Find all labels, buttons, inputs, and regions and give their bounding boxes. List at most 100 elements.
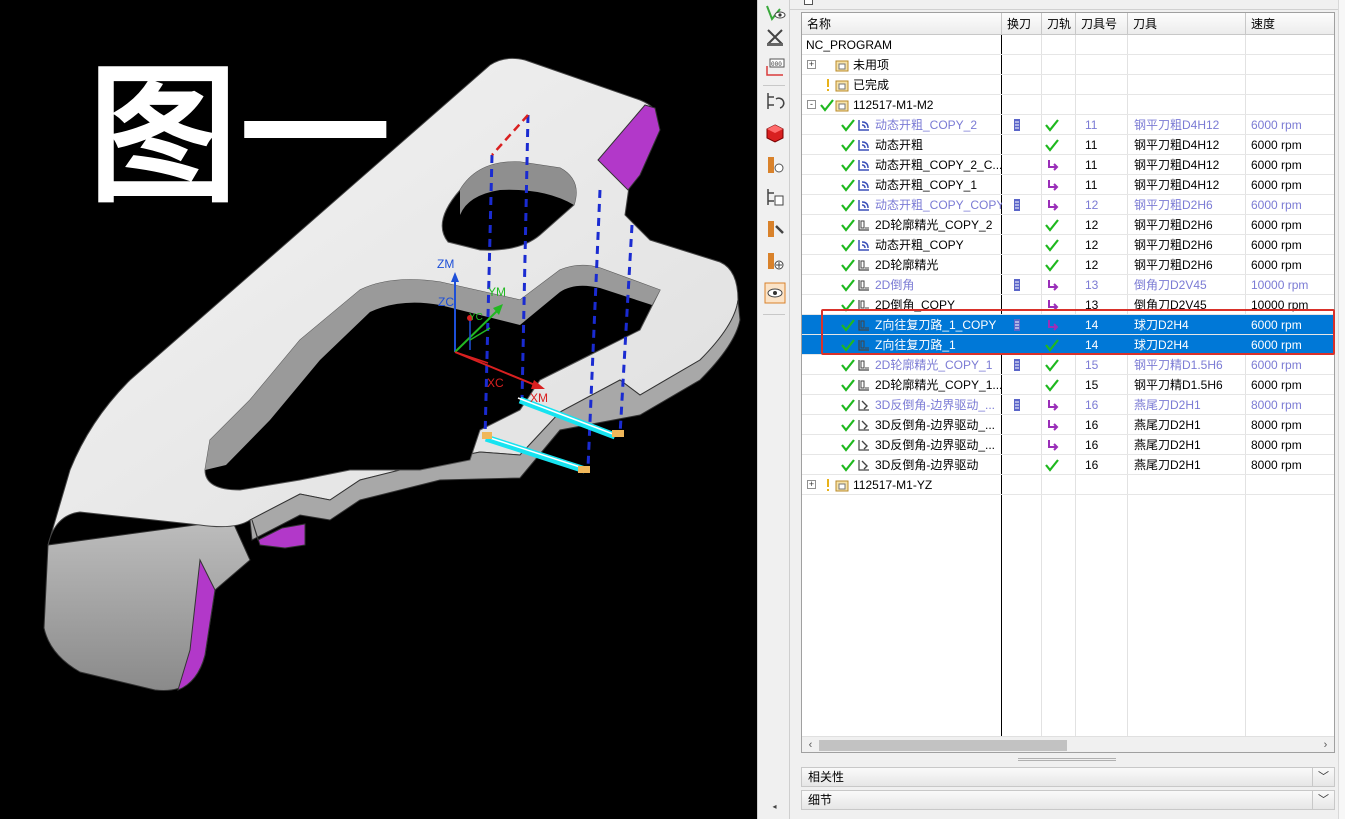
spindle-speed-cell: 6000 rpm bbox=[1251, 338, 1302, 352]
graphics-window[interactable]: 图一 ZM ZC YM YC XC XM bbox=[0, 0, 757, 819]
planar-operation-icon bbox=[857, 258, 871, 272]
horizontal-scrollbar[interactable]: ‹ › bbox=[802, 736, 1334, 752]
operation-row[interactable]: 动态开粗_COPY_2_C... 11 钢平刀粗D4H12 6000 rpm bbox=[802, 155, 1334, 175]
panel-splitter[interactable] bbox=[1018, 758, 1116, 761]
expand-icon[interactable]: + bbox=[807, 480, 816, 489]
operation-name: 动态开粗_COPY_2 bbox=[875, 118, 978, 132]
tool-number-cell: 13 bbox=[1085, 298, 1099, 312]
operation-name: 3D反倒角-边界驱动 bbox=[875, 458, 979, 472]
tool-number-cell: 11 bbox=[1085, 138, 1098, 152]
visibility-icon[interactable] bbox=[762, 280, 787, 305]
spindle-speed-cell: 6000 rpm bbox=[1251, 318, 1302, 332]
tool-number-cell: 14 bbox=[1085, 338, 1099, 352]
toolpath-ok-icon bbox=[1044, 218, 1060, 232]
operation-row[interactable]: 3D反倒角-边界驱动_... 16 燕尾刀D2H1 8000 rpm bbox=[802, 435, 1334, 455]
operation-row[interactable]: 动态开粗 11 钢平刀粗D4H12 6000 rpm bbox=[802, 135, 1334, 155]
tool-view-icon[interactable] bbox=[762, 152, 787, 177]
operation-row[interactable]: 2D轮廓精光 12 钢平刀粗D2H6 6000 rpm bbox=[802, 255, 1334, 275]
collapse-icon[interactable]: - bbox=[807, 100, 816, 109]
operation-navigator-icon[interactable]: 000 bbox=[762, 54, 787, 79]
spindle-speed-cell: 8000 rpm bbox=[1251, 398, 1302, 412]
dependencies-section[interactable]: 相关性 ﹀ bbox=[801, 767, 1335, 787]
spindle-speed-cell: 8000 rpm bbox=[1251, 458, 1302, 472]
operation-name: Z向往复刀路_1 bbox=[875, 338, 956, 352]
svg-text:000: 000 bbox=[771, 61, 782, 68]
tool-change-icon bbox=[1013, 118, 1021, 132]
operation-row[interactable]: 动态开粗_COPY_COPY 12 钢平刀粗D2H6 6000 rpm bbox=[802, 195, 1334, 215]
chevron-down-icon[interactable]: ﹀ bbox=[1312, 768, 1334, 786]
operation-row[interactable]: 3D反倒角-边界驱动_... 16 燕尾刀D2H1 8000 rpm bbox=[802, 415, 1334, 435]
program-order-icon[interactable] bbox=[762, 88, 787, 113]
group-row[interactable]: +112517-M1-YZ bbox=[802, 475, 1334, 495]
axis-label-ym: YM bbox=[488, 285, 506, 299]
pin-checkbox[interactable] bbox=[804, 0, 813, 5]
column-header-toolpath[interactable]: 刀轨 bbox=[1042, 13, 1076, 35]
name-cell: 动态开粗_COPY_2_C... bbox=[802, 155, 1002, 175]
details-section[interactable]: 细节 ﹀ bbox=[801, 790, 1335, 810]
planar-operation-icon bbox=[857, 358, 871, 372]
name-cell: 2D轮廓精光 bbox=[802, 255, 1002, 275]
chevron-down-icon[interactable]: ﹀ bbox=[1312, 791, 1334, 809]
toolbar-scroll-arrow[interactable]: ◂ bbox=[758, 802, 791, 811]
part-navigator-icon[interactable] bbox=[762, 120, 787, 145]
tool-name-cell: 燕尾刀D2H1 bbox=[1134, 438, 1201, 452]
operation-row[interactable]: 2D倒角_COPY 13 倒角刀D2V45 10000 rpm bbox=[802, 295, 1334, 315]
scroll-left-arrow[interactable]: ‹ bbox=[803, 738, 818, 752]
operation-row[interactable]: 3D反倒角-边界驱动_... 16 燕尾刀D2H1 8000 rpm bbox=[802, 395, 1334, 415]
expand-icon[interactable]: + bbox=[807, 60, 816, 69]
group-row[interactable]: NC_PROGRAM bbox=[802, 35, 1334, 55]
column-header-name[interactable]: 名称 bbox=[802, 13, 1002, 35]
axis-label-xc: XC bbox=[487, 376, 504, 390]
cavity-operation-icon bbox=[857, 138, 871, 152]
tool-name-cell: 倒角刀D2V45 bbox=[1134, 278, 1207, 292]
operation-row[interactable]: Z向往复刀路_1 14 球刀D2H4 6000 rpm bbox=[802, 335, 1334, 355]
tool-number-cell: 12 bbox=[1085, 218, 1099, 232]
machine-tool-icon[interactable] bbox=[762, 24, 787, 49]
spindle-speed-cell: 6000 rpm bbox=[1251, 118, 1302, 132]
tool-change-icon bbox=[1013, 278, 1021, 292]
operation-row[interactable]: 2D轮廓精光_COPY_1... 15 钢平刀精D1.5H6 6000 rpm bbox=[802, 375, 1334, 395]
scroll-thumb[interactable] bbox=[819, 740, 1067, 751]
spindle-speed-cell: 6000 rpm bbox=[1251, 258, 1302, 272]
column-header-tool-change[interactable]: 换刀 bbox=[1002, 13, 1042, 35]
group-row[interactable]: - 112517-M1-M2 bbox=[802, 95, 1334, 115]
operation-tree[interactable]: 名称 换刀 刀轨 刀具号 刀具 速度 NC_PROGRAM + 未用项 已完成 -112… bbox=[801, 12, 1335, 753]
geometry-view-icon[interactable] bbox=[762, 184, 787, 209]
machine-view-icon[interactable] bbox=[762, 248, 787, 273]
toolpath-regenerate-icon bbox=[1046, 178, 1062, 192]
operation-name: 112517-M1-M2 bbox=[853, 98, 934, 112]
status-ok-icon bbox=[840, 138, 856, 152]
operation-row[interactable]: 2D轮廓精光_COPY_1 15 钢平刀精D1.5H6 6000 rpm bbox=[802, 355, 1334, 375]
operation-name: 2D轮廓精光_COPY_1 bbox=[875, 358, 993, 372]
column-header-tool-number[interactable]: 刀具号 bbox=[1076, 13, 1128, 35]
operation-row[interactable]: 动态开粗_COPY_2 11 钢平刀粗D4H12 6000 rpm bbox=[802, 115, 1334, 135]
operation-row[interactable]: 3D反倒角-边界驱动 16 燕尾刀D2H1 8000 rpm bbox=[802, 455, 1334, 475]
tool-change-icon bbox=[1013, 198, 1021, 212]
operation-row[interactable]: 2D倒角 13 倒角刀D2V45 10000 rpm bbox=[802, 275, 1334, 295]
group-row[interactable]: + 未用项 bbox=[802, 55, 1334, 75]
operation-name: 2D轮廓精光_COPY_2 bbox=[875, 218, 993, 232]
status-ok-icon bbox=[840, 118, 856, 132]
operation-row[interactable]: 动态开粗_COPY 12 钢平刀粗D2H6 6000 rpm bbox=[802, 235, 1334, 255]
column-header-speed[interactable]: 速度 bbox=[1246, 13, 1334, 35]
eye-icon[interactable] bbox=[762, 0, 787, 25]
operation-navigator: 名称 换刀 刀轨 刀具号 刀具 速度 NC_PROGRAM + 未用项 已完成 -112… bbox=[790, 0, 1345, 819]
program-group-icon bbox=[835, 478, 849, 492]
axis-label-zc: ZC bbox=[438, 295, 454, 309]
operation-name: 动态开粗_COPY_2_C... bbox=[875, 158, 1002, 172]
details-label: 细节 bbox=[808, 793, 833, 807]
tool-number-cell: 15 bbox=[1085, 358, 1099, 372]
method-view-icon[interactable] bbox=[762, 216, 787, 241]
spindle-speed-cell: 8000 rpm bbox=[1251, 438, 1302, 452]
operation-row[interactable]: Z向往复刀路_1_COPY 14 球刀D2H4 6000 rpm bbox=[802, 315, 1334, 335]
operation-row[interactable]: 动态开粗_COPY_1 11 钢平刀粗D4H12 6000 rpm bbox=[802, 175, 1334, 195]
status-ok-icon bbox=[840, 398, 856, 412]
operation-row[interactable]: 2D轮廓精光_COPY_2 12 钢平刀粗D2H6 6000 rpm bbox=[802, 215, 1334, 235]
name-cell: +112517-M1-YZ bbox=[802, 475, 1002, 495]
scroll-right-arrow[interactable]: › bbox=[1318, 738, 1333, 752]
axis-label-xm: XM bbox=[530, 391, 548, 405]
group-row[interactable]: 已完成 bbox=[802, 75, 1334, 95]
tool-name-cell: 倒角刀D2V45 bbox=[1134, 298, 1207, 312]
column-header-tool[interactable]: 刀具 bbox=[1128, 13, 1246, 35]
tool-number-cell: 12 bbox=[1085, 198, 1099, 212]
